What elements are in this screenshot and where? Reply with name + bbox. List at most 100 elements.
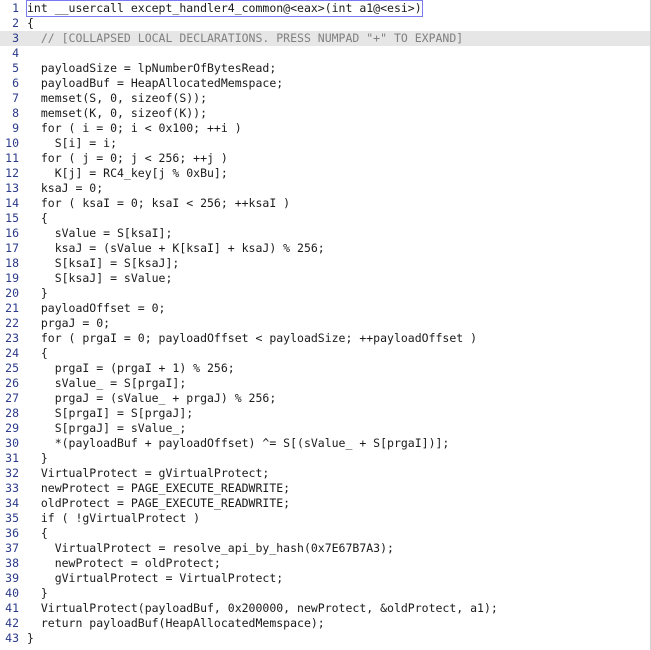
line-number: 1 bbox=[12, 1, 19, 15]
code-line[interactable]: 29 S[prgaJ] = sValue_; bbox=[0, 421, 650, 436]
code-line[interactable]: 27 prgaJ = (sValue_ + prgaJ) % 256; bbox=[0, 391, 650, 406]
code-line[interactable]: 14 for ( ksaI = 0; ksaI < 256; ++ksaI ) bbox=[0, 196, 650, 211]
code-line[interactable]: 20 } bbox=[0, 286, 650, 301]
code-line[interactable]: 40 } bbox=[0, 586, 650, 601]
line-number: 28 bbox=[5, 406, 19, 420]
code-text[interactable]: { bbox=[27, 16, 34, 31]
code-text[interactable]: } bbox=[27, 631, 34, 646]
code-text[interactable]: prgaI = (prgaI + 1) % 256; bbox=[27, 361, 235, 376]
line-number: 4 bbox=[12, 46, 19, 60]
code-line[interactable]: 16 sValue = S[ksaI]; bbox=[0, 226, 650, 241]
code-line[interactable]: 41 VirtualProtect(payloadBuf, 0x200000, … bbox=[0, 601, 650, 616]
code-line[interactable]: 11 for ( j = 0; j < 256; ++j ) bbox=[0, 151, 650, 166]
code-text[interactable]: for ( j = 0; j < 256; ++j ) bbox=[27, 151, 228, 166]
line-number: 27 bbox=[5, 391, 19, 405]
code-text[interactable]: for ( ksaI = 0; ksaI < 256; ++ksaI ) bbox=[27, 196, 290, 211]
code-line[interactable]: 37 VirtualProtect = resolve_api_by_hash(… bbox=[0, 541, 650, 556]
code-text[interactable]: S[ksaJ] = sValue; bbox=[27, 271, 173, 286]
code-text[interactable]: sValue_ = S[prgaI]; bbox=[27, 376, 187, 391]
code-text[interactable]: memset(K, 0, sizeof(K)); bbox=[27, 106, 207, 121]
line-number: 39 bbox=[5, 571, 19, 585]
code-text[interactable]: prgaJ = 0; bbox=[27, 316, 110, 331]
line-number: 25 bbox=[5, 361, 19, 375]
code-line[interactable]: 31 } bbox=[0, 451, 650, 466]
line-number: 7 bbox=[12, 91, 19, 105]
code-text[interactable]: S[prgaI] = S[prgaJ]; bbox=[27, 406, 193, 421]
code-line[interactable]: 28 S[prgaI] = S[prgaJ]; bbox=[0, 406, 650, 421]
code-line[interactable]: 10 S[i] = i; bbox=[0, 136, 650, 151]
code-text[interactable]: gVirtualProtect = VirtualProtect; bbox=[27, 571, 284, 586]
code-line[interactable]: 18 S[ksaI] = S[ksaJ]; bbox=[0, 256, 650, 271]
code-text[interactable]: S[ksaI] = S[ksaJ]; bbox=[27, 256, 180, 271]
code-line[interactable]: 30 *(payloadBuf + payloadOffset) ^= S[(s… bbox=[0, 436, 650, 451]
code-line[interactable]: 32 VirtualProtect = gVirtualProtect; bbox=[0, 466, 650, 481]
code-text[interactable]: return payloadBuf(HeapAllocatedMemspace)… bbox=[27, 616, 325, 631]
code-line[interactable]: 6 payloadBuf = HeapAllocatedMemspace; bbox=[0, 76, 650, 91]
code-text[interactable]: newProtect = oldProtect; bbox=[27, 556, 221, 571]
code-line[interactable]: 4 bbox=[0, 46, 650, 61]
code-text[interactable]: S[prgaJ] = sValue_; bbox=[27, 421, 187, 436]
code-text[interactable]: ksaJ = (sValue + K[ksaI] + ksaJ) % 256; bbox=[27, 241, 325, 256]
code-line[interactable]: 17 ksaJ = (sValue + K[ksaI] + ksaJ) % 25… bbox=[0, 241, 650, 256]
code-text[interactable]: VirtualProtect(payloadBuf, 0x200000, new… bbox=[27, 601, 498, 616]
code-text[interactable]: } bbox=[27, 586, 48, 601]
code-text[interactable]: int __usercall except_handler4_common@<e… bbox=[26, 0, 423, 17]
code-text[interactable]: { bbox=[27, 211, 48, 226]
code-line[interactable]: 39 gVirtualProtect = VirtualProtect; bbox=[0, 571, 650, 586]
code-text[interactable]: sValue = S[ksaI]; bbox=[27, 226, 173, 241]
code-text[interactable]: { bbox=[27, 526, 48, 541]
code-line[interactable]: 2{ bbox=[0, 16, 650, 31]
code-text[interactable]: VirtualProtect = resolve_api_by_hash(0x7… bbox=[27, 541, 394, 556]
line-number: 5 bbox=[12, 61, 19, 75]
line-number: 43 bbox=[5, 631, 19, 645]
line-number: 38 bbox=[5, 556, 19, 570]
code-line[interactable]: 13 ksaJ = 0; bbox=[0, 181, 650, 196]
code-line[interactable]: 22 prgaJ = 0; bbox=[0, 316, 650, 331]
code-line[interactable]: 7 memset(S, 0, sizeof(S)); bbox=[0, 91, 650, 106]
code-line[interactable]: 9 for ( i = 0; i < 0x100; ++i ) bbox=[0, 121, 650, 136]
code-text[interactable]: *(payloadBuf + payloadOffset) ^= S[(sVal… bbox=[27, 436, 450, 451]
code-text[interactable]: oldProtect = PAGE_EXECUTE_READWRITE; bbox=[27, 496, 290, 511]
code-text[interactable]: prgaJ = (sValue_ + prgaJ) % 256; bbox=[27, 391, 277, 406]
code-line[interactable]: 42 return payloadBuf(HeapAllocatedMemspa… bbox=[0, 616, 650, 631]
line-number: 9 bbox=[12, 121, 19, 135]
code-text[interactable]: for ( prgaI = 0; payloadOffset < payload… bbox=[27, 331, 477, 346]
code-text[interactable]: for ( i = 0; i < 0x100; ++i ) bbox=[27, 121, 242, 136]
code-line[interactable]: 21 payloadOffset = 0; bbox=[0, 301, 650, 316]
code-line[interactable]: 25 prgaI = (prgaI + 1) % 256; bbox=[0, 361, 650, 376]
code-line[interactable]: 3 // [COLLAPSED LOCAL DECLARATIONS. PRES… bbox=[0, 31, 650, 46]
code-line[interactable]: 19 S[ksaJ] = sValue; bbox=[0, 271, 650, 286]
code-text[interactable]: } bbox=[27, 451, 48, 466]
code-line[interactable]: 36 { bbox=[0, 526, 650, 541]
pseudocode-view[interactable]: 1 int __usercall except_handler4_common@<… bbox=[0, 0, 651, 650]
code-line[interactable]: 1 int __usercall except_handler4_common@<… bbox=[0, 0, 650, 17]
code-text[interactable]: } bbox=[27, 286, 48, 301]
code-line[interactable]: 38 newProtect = oldProtect; bbox=[0, 556, 650, 571]
code-text[interactable]: ksaJ = 0; bbox=[27, 181, 103, 196]
code-line[interactable]: 15 { bbox=[0, 211, 650, 226]
code-text[interactable]: payloadSize = lpNumberOfBytesRead; bbox=[27, 61, 276, 76]
code-line[interactable]: 12 K[j] = RC4_key[j % 0xBu]; bbox=[0, 166, 650, 181]
code-line[interactable]: 23 for ( prgaI = 0; payloadOffset < payl… bbox=[0, 331, 650, 346]
code-line[interactable]: 26 sValue_ = S[prgaI]; bbox=[0, 376, 650, 391]
collapsed-declarations-comment[interactable]: // [COLLAPSED LOCAL DECLARATIONS. PRESS … bbox=[27, 31, 463, 46]
code-line[interactable]: 35 if ( !gVirtualProtect ) bbox=[0, 511, 650, 526]
code-text[interactable]: if ( !gVirtualProtect ) bbox=[27, 511, 200, 526]
code-text[interactable]: VirtualProtect = gVirtualProtect; bbox=[27, 466, 269, 481]
code-text[interactable]: { bbox=[27, 346, 48, 361]
code-text[interactable]: S[i] = i; bbox=[27, 136, 117, 151]
line-number: 23 bbox=[5, 331, 19, 345]
code-text[interactable]: payloadBuf = HeapAllocatedMemspace; bbox=[27, 76, 283, 91]
code-line[interactable]: 24 { bbox=[0, 346, 650, 361]
code-line[interactable]: 34 oldProtect = PAGE_EXECUTE_READWRITE; bbox=[0, 496, 650, 511]
code-text[interactable]: memset(S, 0, sizeof(S)); bbox=[27, 91, 207, 106]
code-text[interactable]: K[j] = RC4_key[j % 0xBu]; bbox=[27, 166, 228, 181]
code-text[interactable]: payloadOffset = 0; bbox=[27, 301, 166, 316]
code-line[interactable]: 33 newProtect = PAGE_EXECUTE_READWRITE; bbox=[0, 481, 650, 496]
line-number: 10 bbox=[5, 136, 19, 150]
code-line[interactable]: 8 memset(K, 0, sizeof(K)); bbox=[0, 106, 650, 121]
line-number: 37 bbox=[5, 541, 19, 555]
code-text[interactable]: newProtect = PAGE_EXECUTE_READWRITE; bbox=[27, 481, 290, 496]
code-line[interactable]: 5 payloadSize = lpNumberOfBytesRead; bbox=[0, 61, 650, 76]
code-line[interactable]: 43} bbox=[0, 631, 650, 646]
